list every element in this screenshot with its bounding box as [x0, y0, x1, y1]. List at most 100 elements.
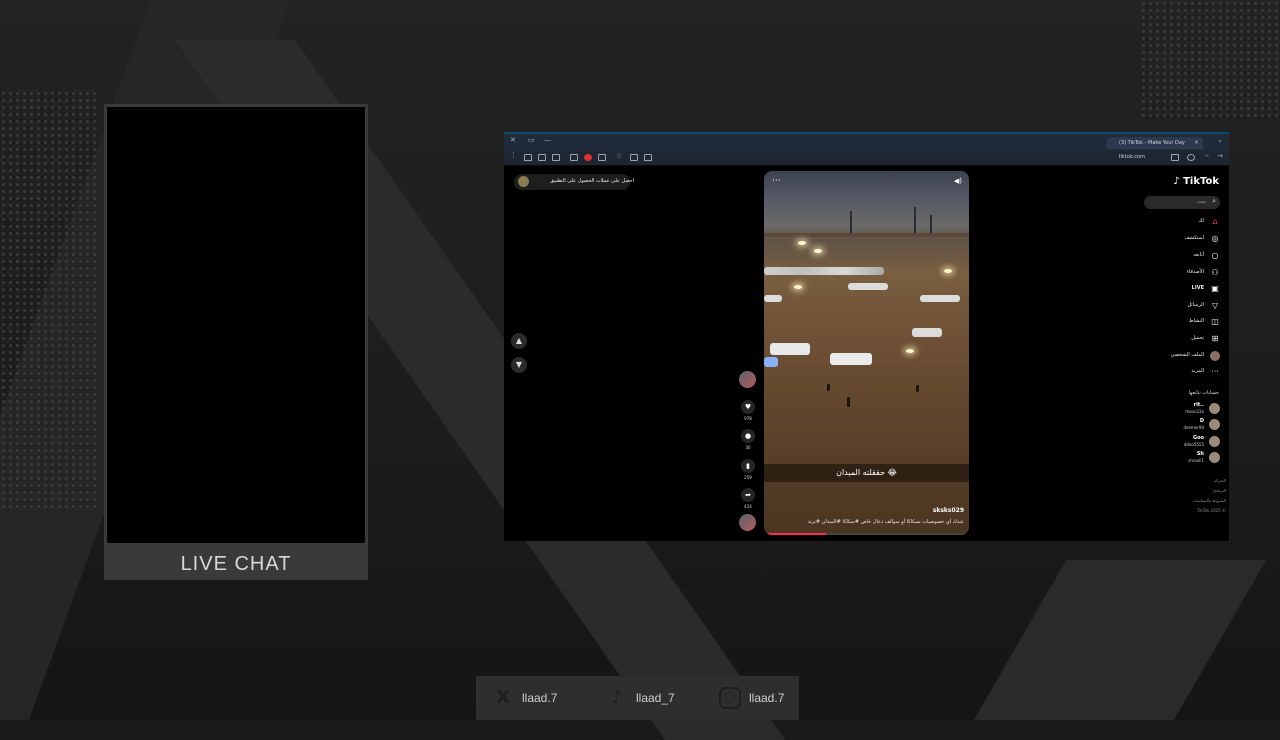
extension-icon[interactable] [524, 154, 532, 161]
extension-icon[interactable] [538, 154, 546, 161]
bg-dots [0, 90, 100, 510]
sidebar-item-5[interactable]: الرسائل ▽ [1140, 300, 1220, 312]
get-coins-button[interactable]: احصل على عملات [596, 178, 634, 184]
sound-avatar[interactable] [739, 514, 756, 531]
browser-window: ✕ ▭ — ⌄ + (3) TikTok - Make Your Day ✕ ⋮… [504, 132, 1229, 541]
tab-list-icon[interactable]: ⌄ [1217, 136, 1223, 144]
video-caption-overlay: حققلته الميدان 😂 [836, 468, 897, 477]
account-name: rit.. [1193, 402, 1204, 408]
live-chat-panel: LIVE CHAT [104, 104, 368, 580]
forward-icon[interactable]: → [1203, 152, 1209, 160]
tab-title: (3) TikTok - Make Your Day [1119, 140, 1185, 146]
avatar [1209, 436, 1220, 447]
sidebar-item-6[interactable]: النشاط ◫ [1140, 316, 1220, 328]
get-app-button[interactable]: الحصول على التطبيق [550, 178, 594, 184]
social-handle: llaad.7 [522, 691, 558, 705]
avatar [1209, 452, 1220, 463]
creator-avatar[interactable] [739, 371, 756, 388]
sidebar-item-label: المزيد [1191, 368, 1204, 374]
account-handle: deemer90 [1183, 425, 1204, 430]
extension-icon[interactable] [598, 154, 606, 161]
extension-icon[interactable] [570, 154, 578, 161]
search-placeholder: بحث [1196, 199, 1206, 205]
account-handle: moon22x [1185, 409, 1204, 414]
sidebar-item-2[interactable]: أتابعه ○ [1140, 250, 1220, 262]
following-icon: ○ [1211, 251, 1219, 260]
live-chat-label: LIVE CHAT [180, 553, 292, 575]
avatar [1209, 403, 1220, 414]
footer-link[interactable]: الشروط والسياسات [1192, 498, 1226, 503]
minimize-icon[interactable]: ▭ [528, 136, 535, 144]
sidebar-item-3[interactable]: الأصدقاء ⚇ [1140, 267, 1220, 279]
scene-element [764, 295, 782, 302]
following-account[interactable]: Goo ddoo5555 [1160, 435, 1220, 449]
avatar[interactable] [518, 176, 529, 187]
following-account[interactable]: rit.. moon22x [1160, 402, 1220, 416]
like-icon[interactable]: ♥ [741, 400, 755, 414]
scene-element [914, 207, 916, 235]
following-header: حسابات تتابعها [1188, 390, 1219, 396]
profile-icon [1210, 351, 1220, 361]
extension-icon[interactable] [644, 154, 652, 161]
record-icon[interactable] [584, 154, 592, 161]
scene-element [798, 241, 806, 245]
previous-video-button[interactable]: ▲ [511, 333, 527, 349]
top-pill: الحصول على التطبيق احصل على عملات [514, 174, 634, 190]
following-account[interactable]: Sh shrooll1 [1160, 451, 1220, 465]
scene-element [850, 211, 852, 235]
share-icon[interactable]: ➦ [741, 488, 755, 502]
sidebar-item-label: الرسائل [1187, 302, 1204, 308]
video-more-icon[interactable]: ··· [772, 176, 781, 186]
sidebar-item-1[interactable]: استكشف ◎ [1140, 233, 1220, 245]
comment-icon[interactable]: ● [741, 429, 755, 443]
next-video-button[interactable]: ▼ [511, 357, 527, 373]
bg-dots [1140, 0, 1280, 120]
live-icon: ▣ [1211, 284, 1219, 293]
following-account[interactable]: Ddeemer90 [1160, 418, 1220, 432]
tab-tiktok[interactable]: (3) TikTok - Make Your Day ✕ [1107, 137, 1203, 149]
tiktok-icon: ♪ [611, 687, 623, 708]
video-progress-bar[interactable] [764, 533, 969, 535]
restore-icon[interactable]: — [544, 136, 551, 144]
tiktok-logo[interactable]: ♪ TikTok [1173, 176, 1219, 187]
scene-element [944, 269, 952, 273]
reload-icon[interactable] [1187, 154, 1195, 161]
home-icon: ⌂ [1212, 217, 1218, 226]
scene-element [848, 283, 888, 290]
video-username[interactable]: sksks029 [933, 507, 964, 514]
close-window-icon[interactable]: ✕ [510, 136, 516, 144]
social-handle: llaad_7 [636, 691, 675, 705]
tab-close-icon[interactable]: ✕ [1194, 137, 1199, 149]
sidebar-item-0[interactable]: لك ⌂ [1140, 216, 1220, 228]
video-player[interactable]: ··· ◀) حققلته الميدان 😂 sksks029 عندك أي… [764, 171, 969, 535]
download-icon[interactable] [552, 154, 560, 161]
avatar [1209, 419, 1220, 430]
sidebar-item-4[interactable]: LIVE ▣ [1140, 283, 1220, 295]
extension-icon[interactable] [630, 154, 638, 161]
back-icon[interactable]: → [1217, 152, 1223, 160]
bookmark-star-icon[interactable]: ☆ [616, 152, 624, 160]
activity-icon: ◫ [1211, 317, 1219, 326]
social-handle: llaad.7 [749, 691, 785, 705]
address-bar[interactable]: tiktok.com [1119, 154, 1145, 160]
site-settings-icon[interactable] [1171, 154, 1179, 161]
volume-icon[interactable]: ◀) [954, 177, 962, 185]
video-progress-fill [764, 533, 826, 535]
footer-link[interactable]: TikTok 2025 © [1197, 508, 1226, 513]
sidebar-item-8[interactable]: الملف الشخصي [1140, 350, 1220, 362]
scene-element [764, 267, 884, 275]
search-input[interactable]: ⌕ بحث [1144, 196, 1220, 209]
menu-icon[interactable]: ⋮ [510, 151, 518, 159]
sidebar-item-9[interactable]: المزيد ··· [1140, 366, 1220, 378]
scene-element [912, 328, 942, 337]
scene-element [770, 343, 810, 355]
account-name: Sh [1196, 451, 1204, 457]
upload-icon: ⊞ [1211, 334, 1219, 343]
sidebar-item-label: الملف الشخصي [1170, 352, 1204, 358]
bookmark-icon[interactable]: ▮ [741, 459, 755, 473]
footer-link[interactable]: البرنامج [1213, 488, 1226, 493]
sidebar-item-7[interactable]: تحميل ⊞ [1140, 333, 1220, 345]
footer-link[interactable]: الشركة [1214, 478, 1226, 483]
friends-icon: ⚇ [1211, 268, 1219, 277]
search-icon[interactable]: ⌕ [1212, 197, 1216, 206]
